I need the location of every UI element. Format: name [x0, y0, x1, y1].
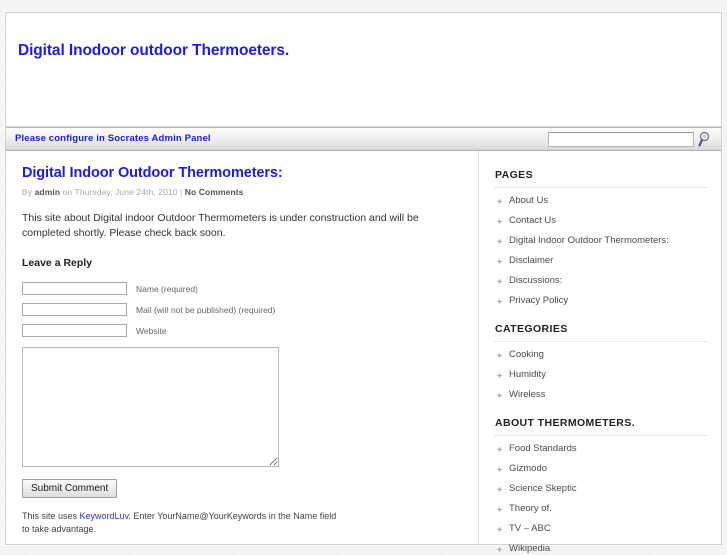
sidebar-link-label[interactable]: Disclaimer — [509, 255, 553, 266]
sidebar-heading-pages: PAGES — [495, 169, 707, 188]
comment-website-input[interactable] — [22, 324, 127, 337]
list-item[interactable]: Wireless — [495, 389, 707, 401]
sidebar-link-label[interactable]: About Us — [509, 195, 548, 206]
sidebar-link-label[interactable]: Food Standards — [509, 443, 577, 454]
list-item[interactable]: Science Skeptic — [495, 483, 707, 495]
sidebar-link-label[interactable]: Wireless — [509, 389, 545, 400]
list-item[interactable]: Digital Indoor Outdoor Thermometers: — [495, 235, 707, 247]
post-author-link[interactable]: admin — [35, 187, 61, 197]
sidebar-block-about-thermometers: ABOUT THERMOMETERS. Food Standards Gizmo… — [495, 417, 707, 555]
comment-field-row-mail: Mail (will not be published) (required) — [22, 303, 462, 316]
post-comments-link[interactable]: No Comments — [185, 187, 244, 197]
post-meta-by: By — [22, 187, 33, 197]
post-title[interactable]: Digital Indoor Outdoor Thermometers: — [22, 165, 462, 181]
comment-field-row-website: Website — [22, 324, 462, 337]
diamond-bullet-icon — [496, 218, 503, 225]
list-item[interactable]: Discussions: — [495, 275, 707, 287]
sidebar-list-pages: About Us Contact Us Digital Indoor Outdo… — [495, 195, 707, 307]
diamond-bullet-icon — [496, 258, 503, 265]
comment-name-input[interactable] — [22, 282, 127, 295]
comment-textarea[interactable] — [22, 347, 279, 467]
sidebar-link-label[interactable]: Digital Indoor Outdoor Thermometers: — [509, 235, 669, 246]
diamond-bullet-icon — [496, 546, 503, 553]
main-content: Digital Indoor Outdoor Thermometers: By … — [6, 151, 479, 544]
sidebar: PAGES About Us Contact Us Digital Indoor… — [479, 151, 721, 554]
list-item[interactable]: Theory of. — [495, 503, 707, 515]
sidebar-list-categories: Cooking Humidity Wireless — [495, 349, 707, 401]
list-item[interactable]: Privacy Policy — [495, 295, 707, 307]
comment-field-row-name: Name (required) — [22, 282, 462, 295]
list-item[interactable]: Disclaimer — [495, 255, 707, 267]
diamond-bullet-icon — [496, 446, 503, 453]
keywordluv-notice: This site uses KeywordLuv. Enter YourNam… — [22, 510, 337, 536]
sidebar-heading-about-thermometers: ABOUT THERMOMETERS. — [495, 417, 707, 436]
sidebar-link-label[interactable]: Contact Us — [509, 215, 556, 226]
submit-comment-button[interactable]: Submit Comment — [22, 479, 118, 498]
sidebar-link-label[interactable]: Discussions: — [509, 275, 562, 286]
list-item[interactable]: Gizmodo — [495, 463, 707, 475]
comment-name-label: Name (required) — [136, 283, 198, 294]
page-container: Digital Inodoor outdoor Thermoeters. Ple… — [5, 12, 722, 554]
search-input[interactable] — [548, 131, 694, 147]
post-meta: By admin on Thursday, June 24th, 2010 | … — [22, 187, 462, 197]
site-title: Digital Inodoor outdoor Thermoeters. — [18, 42, 290, 59]
leave-a-reply-heading: Leave a Reply — [22, 257, 93, 269]
diamond-bullet-icon — [496, 372, 503, 379]
diamond-bullet-icon — [496, 238, 503, 245]
comment-mail-label: Mail (will not be published) (required) — [136, 304, 276, 315]
diamond-bullet-icon — [496, 466, 503, 473]
keywordluv-link[interactable]: KeywordLuv — [80, 511, 129, 521]
sidebar-link-label[interactable]: Cooking — [509, 349, 544, 360]
comment-mail-input[interactable] — [22, 303, 127, 316]
search-form — [548, 130, 713, 148]
sidebar-link-label[interactable]: TV – ABC — [509, 523, 551, 534]
list-item[interactable]: TV – ABC — [495, 523, 707, 535]
diamond-bullet-icon — [496, 486, 503, 493]
list-item[interactable]: Cooking — [495, 349, 707, 361]
post-meta-date: on Thursday, June 24th, 2010 | — [62, 187, 183, 197]
diamond-bullet-icon — [496, 526, 503, 533]
keywordluv-pre-text: This site uses — [22, 511, 80, 521]
sidebar-link-label[interactable]: Science Skeptic — [509, 483, 577, 494]
diamond-bullet-icon — [496, 392, 503, 399]
list-item[interactable]: About Us — [495, 195, 707, 207]
sidebar-link-label[interactable]: Gizmodo — [509, 463, 547, 474]
diamond-bullet-icon — [496, 198, 503, 205]
sidebar-link-label[interactable]: Humidity — [509, 369, 546, 380]
post-body: This site about Digital indoor Outdoor T… — [22, 212, 419, 239]
nav-configure-message[interactable]: Please configure in Socrates Admin Panel — [15, 133, 211, 144]
sidebar-block-categories: CATEGORIES Cooking Humidity Wireless — [495, 323, 707, 401]
list-item[interactable]: Contact Us — [495, 215, 707, 227]
sidebar-link-label[interactable]: Theory of. — [509, 503, 552, 514]
list-item[interactable]: Food Standards — [495, 443, 707, 455]
navigation-bar: Please configure in Socrates Admin Panel — [6, 127, 721, 151]
diamond-bullet-icon — [496, 506, 503, 513]
list-item[interactable]: Humidity — [495, 369, 707, 381]
diamond-bullet-icon — [496, 352, 503, 359]
sidebar-block-pages: PAGES About Us Contact Us Digital Indoor… — [495, 169, 707, 307]
diamond-bullet-icon — [496, 278, 503, 285]
sidebar-link-label[interactable]: Privacy Policy — [509, 295, 568, 306]
sidebar-heading-categories: CATEGORIES — [495, 323, 707, 342]
search-icon[interactable] — [697, 130, 713, 148]
sidebar-list-blogroll: Food Standards Gizmodo Science Skeptic T… — [495, 443, 707, 555]
body-columns: Digital Indoor Outdoor Thermometers: By … — [6, 151, 721, 554]
comment-website-label: Website — [136, 325, 167, 336]
diamond-bullet-icon — [496, 298, 503, 305]
site-header: Digital Inodoor outdoor Thermoeters. — [6, 13, 721, 127]
